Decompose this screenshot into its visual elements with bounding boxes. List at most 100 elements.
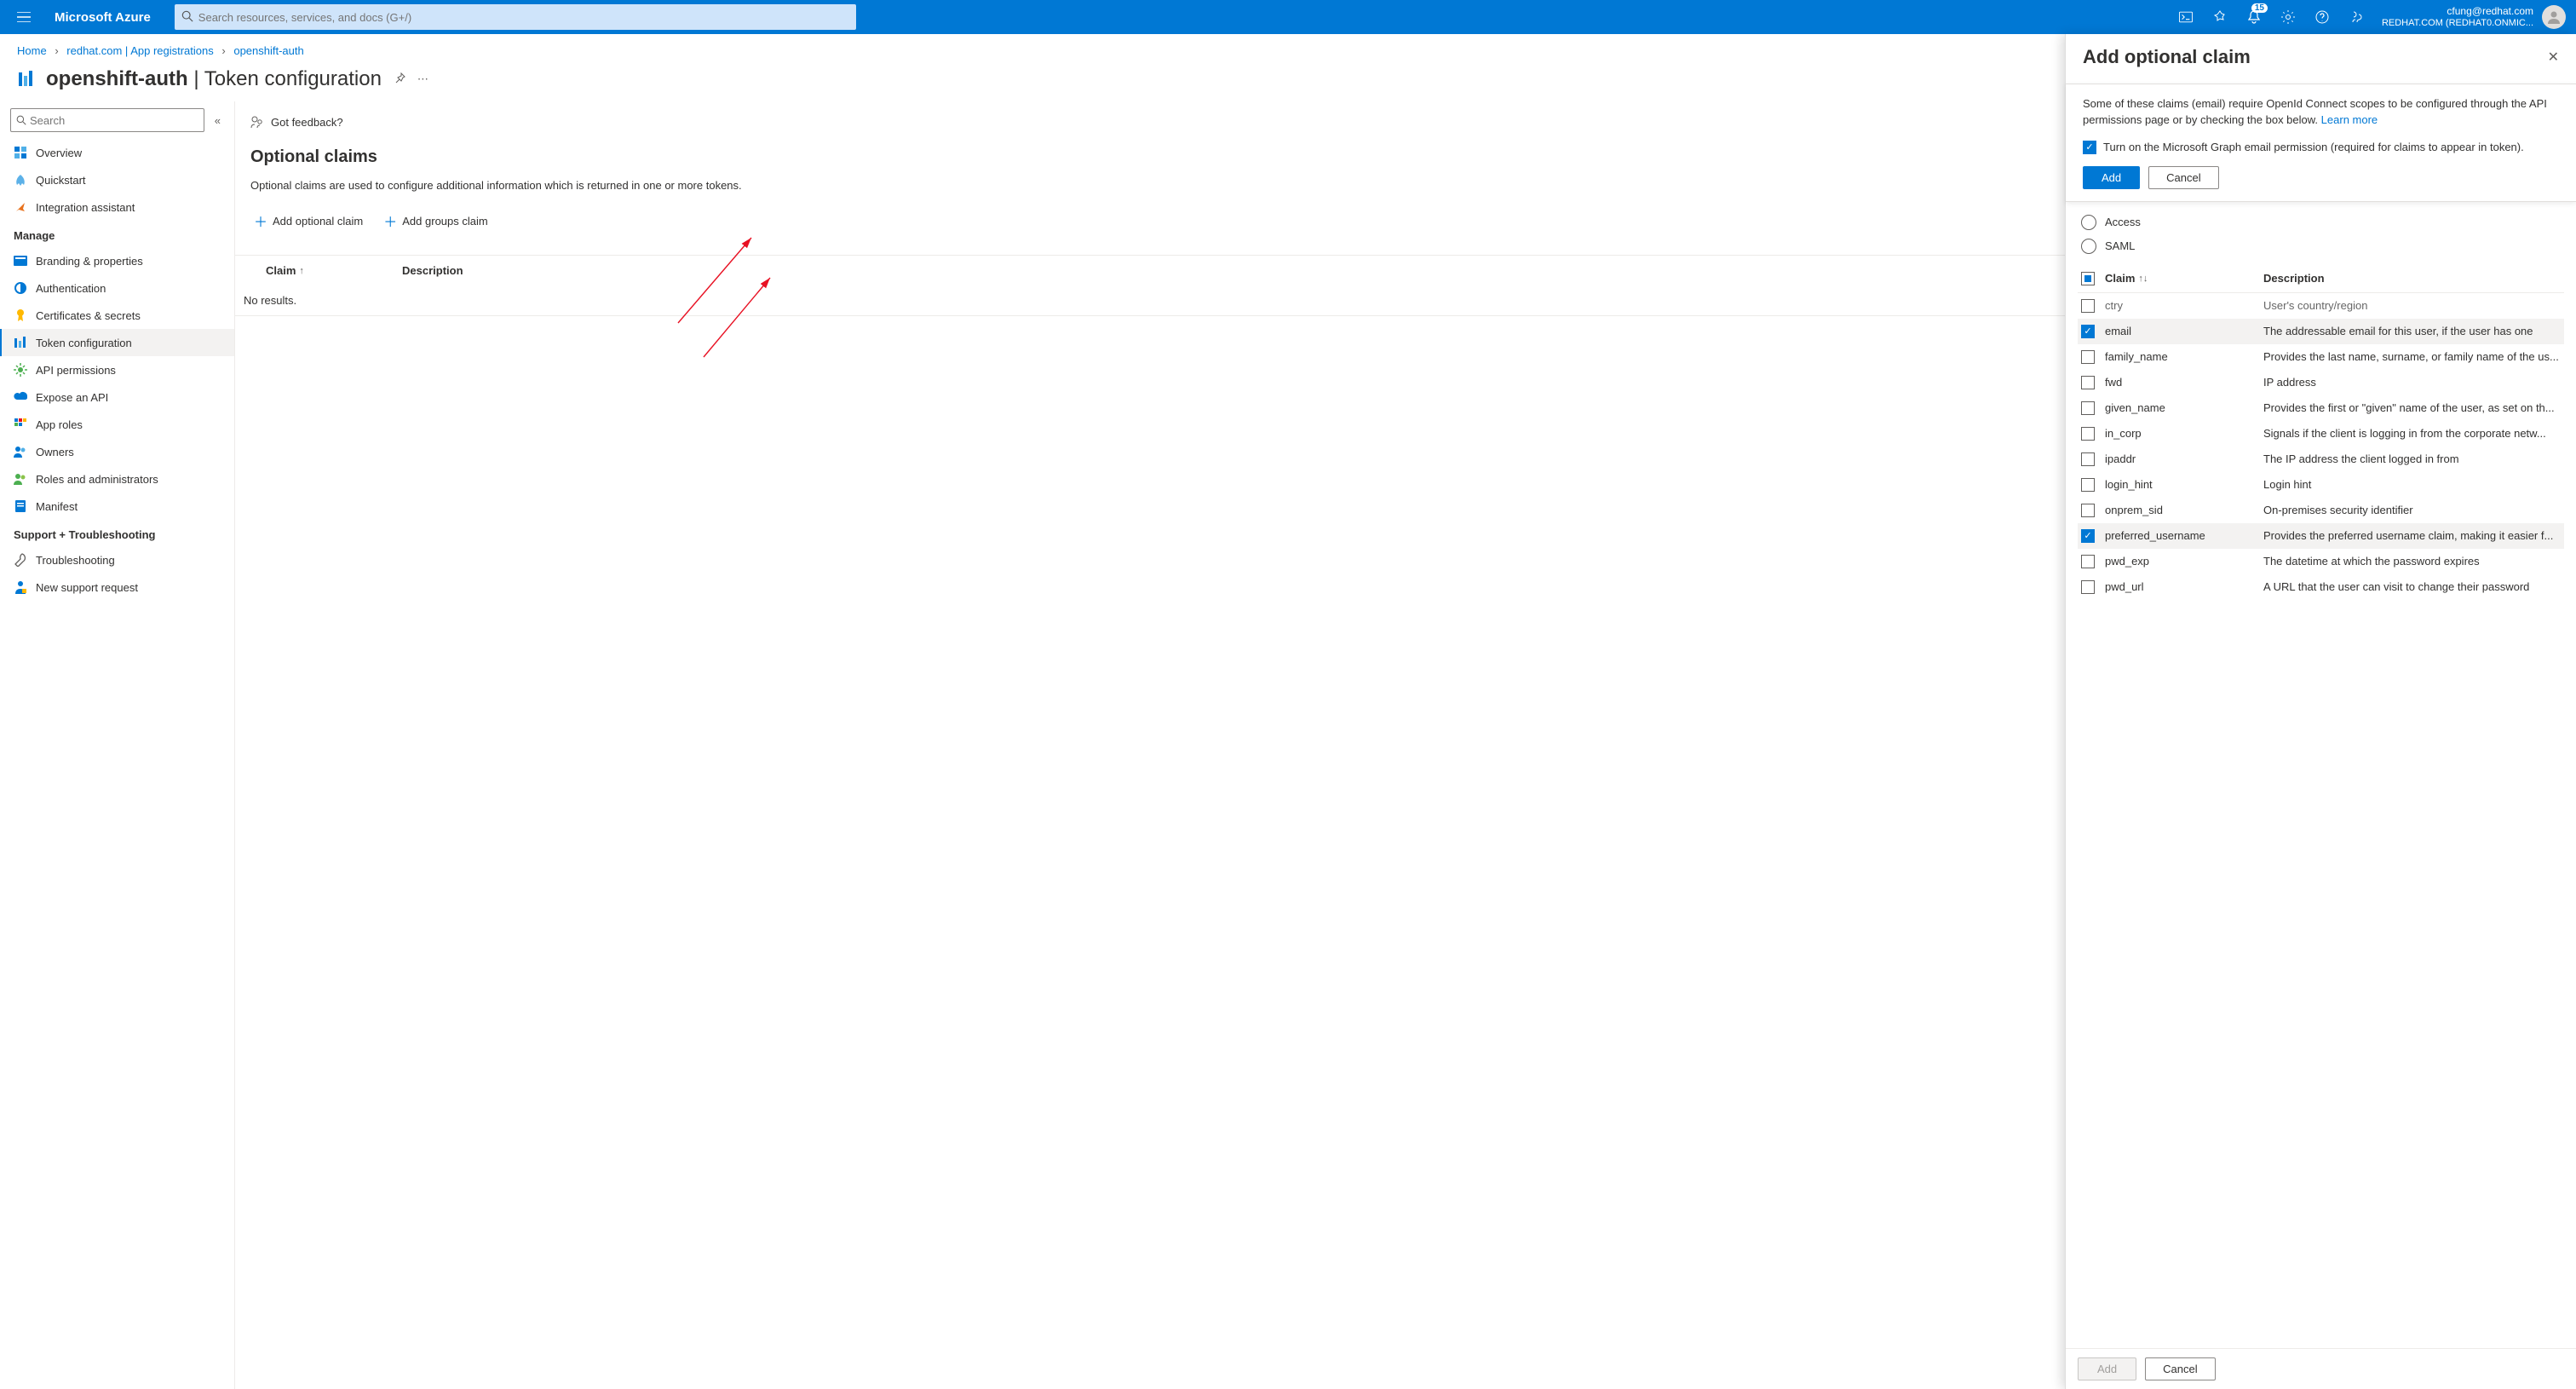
claim-description: On-premises security identifier (2263, 504, 2561, 516)
claim-checkbox[interactable]: ✓ (2081, 529, 2095, 543)
feedback-icon[interactable] (2339, 0, 2373, 34)
nav-item-label: Authentication (36, 282, 106, 295)
claim-checkbox[interactable] (2081, 350, 2095, 364)
claim-row-login_hint[interactable]: login_hintLogin hint (2078, 472, 2564, 498)
claim-name: onprem_sid (2105, 504, 2263, 516)
graph-permission-checkbox[interactable]: ✓ (2083, 141, 2096, 154)
nav-item-admins[interactable]: Roles and administrators (0, 465, 234, 493)
nav-search-input[interactable] (30, 114, 198, 127)
nav-item-overview[interactable]: Overview (0, 139, 234, 166)
api-icon (14, 363, 27, 377)
avatar[interactable] (2542, 5, 2566, 29)
claim-checkbox[interactable] (2081, 401, 2095, 415)
integration-icon (14, 200, 27, 214)
nav-item-auth[interactable]: Authentication (0, 274, 234, 302)
nav-item-label: Token configuration (36, 337, 132, 349)
notification-badge: 15 (2251, 3, 2268, 13)
claim-checkbox[interactable] (2081, 478, 2095, 492)
claim-description: The addressable email for this user, if … (2263, 325, 2561, 337)
column-claim[interactable]: Claim ↑↓ (2105, 272, 2263, 285)
settings-icon[interactable] (2271, 0, 2305, 34)
nav-item-api[interactable]: API permissions (0, 356, 234, 383)
global-search-input[interactable] (198, 11, 849, 24)
add-optional-claim-button[interactable]: ＋ Add optional claim (249, 207, 368, 234)
nav-item-label: Integration assistant (36, 201, 135, 214)
breadcrumb-home[interactable]: Home (17, 44, 47, 57)
nav-item-trouble[interactable]: Troubleshooting (0, 546, 234, 573)
trouble-icon (14, 553, 27, 567)
user-block[interactable]: cfung@redhat.com REDHAT.COM (REDHAT0.ONM… (2373, 5, 2542, 29)
pin-icon[interactable] (394, 72, 405, 87)
cloud-shell-icon[interactable] (2169, 0, 2203, 34)
claim-row-ipaddr[interactable]: ipaddrThe IP address the client logged i… (2078, 447, 2564, 472)
branding-icon (14, 254, 27, 268)
claim-row-given_name[interactable]: given_nameProvides the first or "given" … (2078, 395, 2564, 421)
claim-checkbox[interactable]: ✓ (2081, 325, 2095, 338)
select-all-checkbox[interactable] (2081, 272, 2095, 285)
claim-checkbox[interactable] (2081, 427, 2095, 441)
column-description[interactable]: Description (2263, 272, 2561, 285)
filter-icon[interactable] (2203, 0, 2237, 34)
claim-row-family_name[interactable]: family_nameProvides the last name, surna… (2078, 344, 2564, 370)
panel-banner: Some of these claims (email) require Ope… (2066, 101, 2576, 202)
hamburger-icon[interactable] (7, 0, 41, 34)
claim-row-fwd[interactable]: fwdIP address (2078, 370, 2564, 395)
quickstart-icon (14, 173, 27, 187)
claim-row-ctry[interactable]: ctryUser's country/region (2078, 293, 2564, 319)
add-groups-claim-button[interactable]: ＋ Add groups claim (378, 207, 492, 234)
claim-row-preferred_username[interactable]: ✓preferred_usernameProvides the preferre… (2078, 523, 2564, 549)
nav-item-integration[interactable]: Integration assistant (0, 193, 234, 221)
claim-checkbox[interactable] (2081, 555, 2095, 568)
sort-arrow-icon: ↑ (299, 266, 304, 276)
nav-item-certs[interactable]: Certificates & secrets (0, 302, 234, 329)
claim-row-onprem_sid[interactable]: onprem_sidOn-premises security identifie… (2078, 498, 2564, 523)
footer-add-button: Add (2078, 1357, 2136, 1380)
claim-description: Signals if the client is logging in from… (2263, 427, 2561, 440)
search-icon (181, 10, 193, 25)
column-claim[interactable]: Claim ↑ (266, 264, 402, 277)
nav-search[interactable] (10, 108, 204, 132)
claim-description: IP address (2263, 376, 2561, 389)
breadcrumb-level1[interactable]: redhat.com | App registrations (66, 44, 213, 57)
brand-label[interactable]: Microsoft Azure (41, 10, 164, 25)
banner-cancel-button[interactable]: Cancel (2148, 166, 2218, 189)
nav-item-label: Roles and administrators (36, 473, 158, 486)
notifications-icon[interactable]: 15 (2237, 0, 2271, 34)
claim-description: Provides the last name, surname, or fami… (2263, 350, 2561, 363)
nav-item-owners[interactable]: Owners (0, 438, 234, 465)
nav-item-label: Troubleshooting (36, 554, 115, 567)
nav-item-token[interactable]: Token configuration (0, 329, 234, 356)
claim-checkbox[interactable] (2081, 504, 2095, 517)
claim-description: A URL that the user can visit to change … (2263, 580, 2561, 593)
learn-more-link[interactable]: Learn more (2321, 113, 2378, 126)
claim-row-pwd_exp[interactable]: pwd_expThe datetime at which the passwor… (2078, 549, 2564, 574)
nav-item-roles[interactable]: App roles (0, 411, 234, 438)
claim-checkbox[interactable] (2081, 452, 2095, 466)
claim-row-in_corp[interactable]: in_corpSignals if the client is logging … (2078, 421, 2564, 447)
claim-checkbox[interactable] (2081, 376, 2095, 389)
nav-item-quickstart[interactable]: Quickstart (0, 166, 234, 193)
nav-item-support[interactable]: New support request (0, 573, 234, 601)
nav-item-branding[interactable]: Branding & properties (0, 247, 234, 274)
expose-icon (14, 390, 27, 404)
page-title: openshift-auth | Token configuration (46, 67, 382, 91)
nav-section-support: Support + Troubleshooting (0, 520, 234, 546)
token-type-saml[interactable]: SAML (2078, 234, 2564, 258)
claim-name: preferred_username (2105, 529, 2263, 542)
certs-icon (14, 308, 27, 322)
collapse-nav-icon[interactable]: « (211, 111, 224, 130)
claim-checkbox[interactable] (2081, 299, 2095, 313)
claim-checkbox[interactable] (2081, 580, 2095, 594)
nav-item-expose[interactable]: Expose an API (0, 383, 234, 411)
claim-row-pwd_url[interactable]: pwd_urlA URL that the user can visit to … (2078, 574, 2564, 600)
nav-item-manifest[interactable]: Manifest (0, 493, 234, 520)
footer-cancel-button[interactable]: Cancel (2145, 1357, 2215, 1380)
help-icon[interactable] (2305, 0, 2339, 34)
more-icon[interactable]: ⋯ (417, 72, 430, 86)
banner-add-button[interactable]: Add (2083, 166, 2140, 189)
global-search[interactable] (175, 4, 856, 30)
token-type-access[interactable]: Access (2078, 210, 2564, 234)
claim-row-email[interactable]: ✓emailThe addressable email for this use… (2078, 319, 2564, 344)
support-icon (14, 580, 27, 594)
breadcrumb-level2[interactable]: openshift-auth (233, 44, 303, 57)
